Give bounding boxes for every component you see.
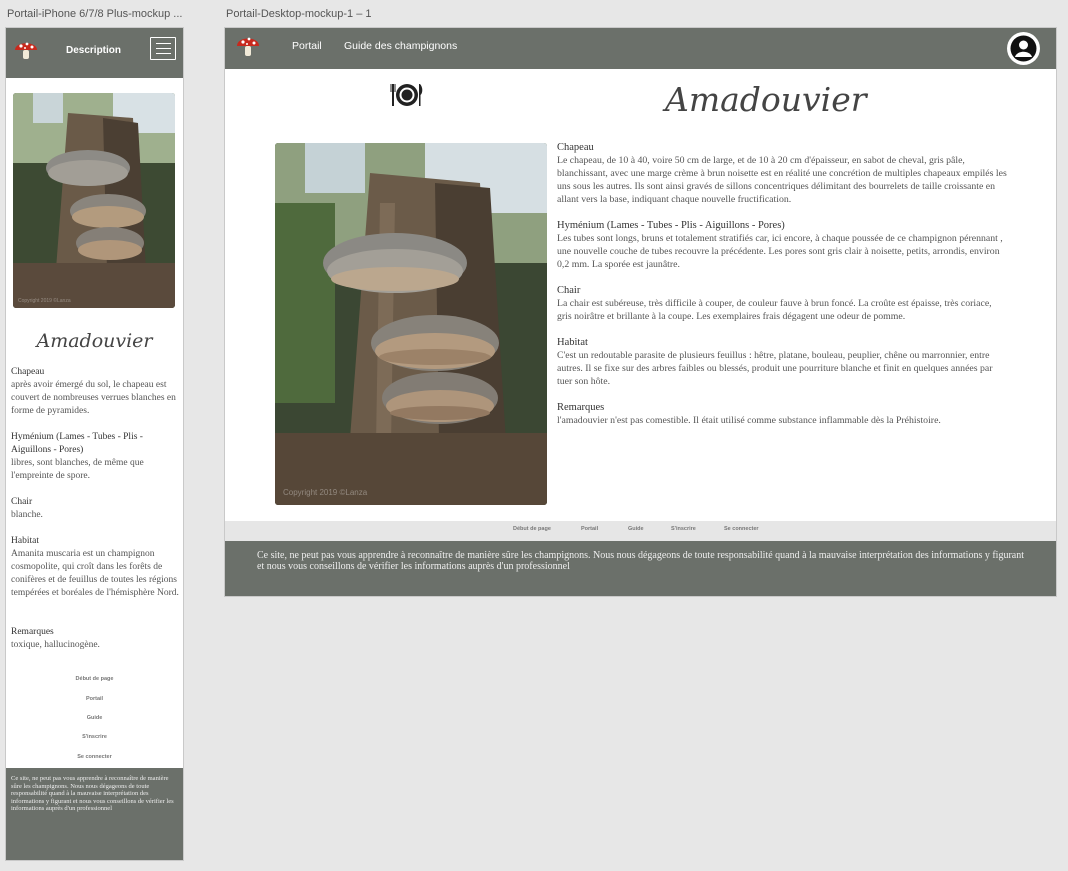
mobile-photo-copyright: Copyright 2019 ©Lanza [18,298,71,304]
mushroom-icon[interactable] [13,37,39,61]
nav-link-guide[interactable]: Guide des champignons [344,40,457,52]
footer-link-top[interactable]: Début de page [6,676,183,682]
section-title: Remarques [557,402,605,413]
section-title: Chapeau [557,142,594,153]
footer-link-guide[interactable]: Guide [6,715,183,721]
section-remarques: Remarques l'amadouvier n'est pas comesti… [557,401,1007,427]
desktop-artboard: Portail Guide des champignons Amadouvier [224,27,1057,597]
mobile-mushroom-photo: Copyright 2019 ©Lanza [13,93,175,308]
section-title: Chair [557,285,581,296]
section-title: Chair [11,497,33,507]
mobile-section-chapeau: Chapeau après avoir émergé du sol, le ch… [11,366,181,418]
footer-disclaimer: Ce site, ne peut pas vous apprendre à re… [257,550,1024,572]
section-title: Hyménium (Lames - Tubes - Plis - Aiguill… [11,432,143,455]
section-title: Chapeau [11,367,45,377]
footer-link-portail[interactable]: Portail [581,526,598,532]
section-text: Amanita muscaria est un champignon cosmo… [11,549,179,598]
section-text: libres, sont blanches, de même que l'emp… [11,458,144,481]
section-text: toxique, hallucinogène. [11,640,100,650]
mobile-section-chair: Chair blanche. [11,496,181,522]
section-title: Hyménium (Lames - Tubes - Plis - Aiguill… [557,220,785,231]
artboard-label-mobile[interactable]: Portail-iPhone 6/7/8 Plus-mockup ... [7,8,182,20]
footer-link-signup[interactable]: S'inscrire [671,526,696,532]
mobile-footer: Ce site, ne peut pas vous apprendre à re… [6,768,183,860]
footer-link-guide[interactable]: Guide [628,526,644,532]
user-avatar-icon[interactable] [1007,32,1040,65]
mushroom-icon[interactable] [235,32,261,58]
section-hymenium: Hyménium (Lames - Tubes - Plis - Aiguill… [557,219,1007,271]
footer-link-login[interactable]: Se connecter [724,526,759,532]
description-content: Chapeau Le chapeau, de 10 à 40, voire 50… [557,141,1007,440]
mobile-section-hymenium: Hyménium (Lames - Tubes - Plis - Aiguill… [11,431,181,483]
footer-link-top[interactable]: Début de page [513,526,551,532]
section-text: Les tubes sont longs, bruns et totalemen… [557,233,1003,270]
mobile-navbar: Description [6,28,183,78]
mobile-nav-title: Description [66,45,122,56]
mobile-artboard: Description Copyright 2019 ©Lanza Amadou… [5,27,184,861]
plate-cutlery-icon [390,84,423,106]
hamburger-icon[interactable] [150,37,176,60]
section-title: Habitat [11,536,39,546]
mobile-section-remarques: Remarques toxique, hallucinogène. [11,626,181,652]
footer-link-portail[interactable]: Portail [6,696,183,702]
section-chapeau: Chapeau Le chapeau, de 10 à 40, voire 50… [557,141,1007,206]
desktop-footer: Ce site, ne peut pas vous apprendre à re… [225,541,1056,596]
footer-nav: Début de page Portail Guide S'inscrire S… [225,521,1056,541]
mushroom-photo: Copyright 2019 ©Lanza [275,143,547,505]
footer-link-signup[interactable]: S'inscrire [6,734,183,740]
section-title: Habitat [557,337,588,348]
section-text: blanche. [11,510,43,520]
section-text: Le chapeau, de 10 à 40, voire 50 cm de l… [557,155,1007,205]
mobile-section-habitat: Habitat Amanita muscaria est un champign… [11,535,181,600]
section-title: Remarques [11,627,54,637]
section-text: La chair est subéreuse, très difficile à… [557,298,992,322]
footer-disclaimer: Ce site, ne peut pas vous apprendre à re… [11,775,174,812]
section-habitat: Habitat C'est un redoutable parasite de … [557,336,1007,388]
artboard-label-desktop[interactable]: Portail-Desktop-mockup-1 – 1 [226,8,372,20]
section-text: C'est un redoutable parasite de plusieur… [557,350,993,387]
photo-copyright: Copyright 2019 ©Lanza [283,488,368,497]
desktop-navbar: Portail Guide des champignons [225,28,1056,69]
section-text: après avoir émergé du sol, le chapeau es… [11,380,176,416]
nav-link-portail[interactable]: Portail [292,40,322,52]
section-text: l'amadouvier n'est pas comestible. Il ét… [557,415,941,426]
footer-link-login[interactable]: Se connecter [6,754,183,760]
section-chair: Chair La chair est subéreuse, très diffi… [557,284,1007,323]
page-title: Amadouvier [665,80,867,119]
mobile-page-title: Amadouvier [36,330,153,352]
